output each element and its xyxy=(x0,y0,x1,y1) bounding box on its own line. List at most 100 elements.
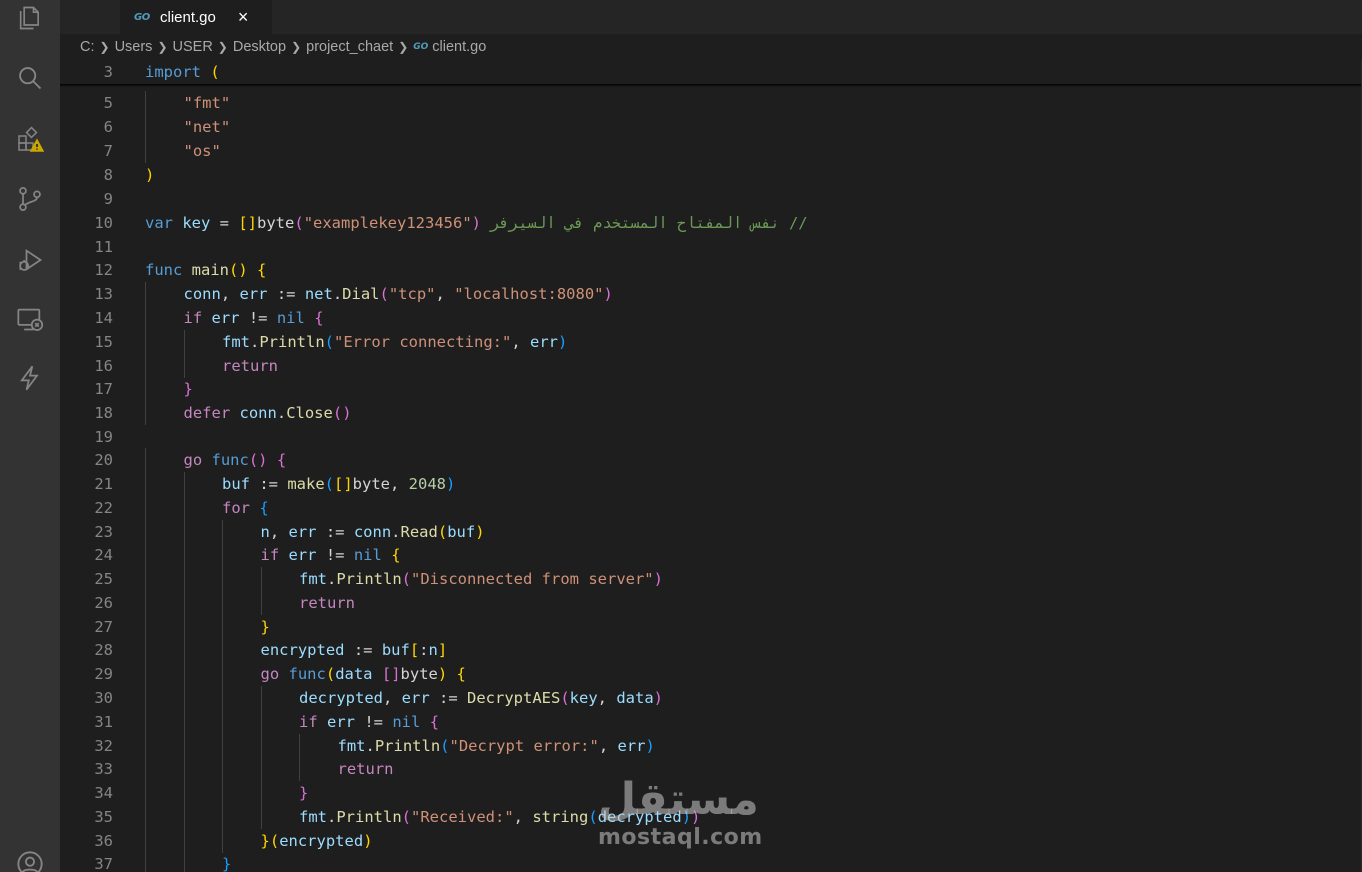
code-line[interactable]: 27} xyxy=(60,615,1362,639)
code-line[interactable]: 16 return xyxy=(60,354,1362,378)
code-token: { xyxy=(257,261,267,279)
code-line[interactable]: 14 if err != nil { xyxy=(60,306,1362,330)
code-line[interactable]: 13 conn, err := net.Dial("tcp", "localhos… xyxy=(60,282,1362,306)
breadcrumb-user[interactable]: USER xyxy=(173,39,213,55)
code-text: go func() { xyxy=(184,448,287,472)
extensions-warning-icon[interactable] xyxy=(14,124,46,156)
breadcrumb-project[interactable]: project_chaet xyxy=(306,39,393,55)
breadcrumb-desktop[interactable]: Desktop xyxy=(233,39,286,55)
code-token: string xyxy=(532,808,589,826)
code-line[interactable]: 17} xyxy=(60,377,1362,401)
indent-guide xyxy=(222,615,223,639)
indent-guide xyxy=(145,829,146,853)
code-line[interactable]: 12 func main() { xyxy=(60,258,1362,282)
code-line[interactable]: 26 return xyxy=(60,591,1362,615)
line-number: 33 xyxy=(94,760,113,778)
code-line[interactable]: 25 fmt.Println("Disconnected from server"… xyxy=(60,567,1362,591)
code-line[interactable]: 19 xyxy=(60,425,1362,449)
code-token: n xyxy=(428,641,438,659)
code-line[interactable]: 29 go func(data []byte) { xyxy=(60,662,1362,686)
line-number: 9 xyxy=(103,190,113,208)
remote-explorer-icon[interactable] xyxy=(14,303,46,335)
indent-guide xyxy=(260,805,262,829)
indent-guide xyxy=(145,282,146,306)
code-text: var key = []byte("examplekey123456") // … xyxy=(145,211,808,235)
line-number: 27 xyxy=(94,618,113,636)
indent-guide xyxy=(260,591,262,615)
chevron-right-icon: ❯ xyxy=(99,40,110,54)
line-number: 37 xyxy=(94,855,113,872)
code-token: := xyxy=(429,689,467,707)
breadcrumb-file[interactable]: client.go xyxy=(432,39,486,55)
code-token: "fmt" xyxy=(183,94,231,112)
code-line[interactable]: 18 defer conn.Close() xyxy=(60,401,1362,425)
indent-guide xyxy=(145,662,146,686)
run-debug-icon[interactable] xyxy=(14,244,46,276)
code-line[interactable]: 6 "net" xyxy=(60,115,1362,139)
tab-client-go[interactable]: GO client.go × xyxy=(120,0,272,34)
code-text: fmt.Println("Decrypt error:", err) xyxy=(338,734,655,758)
code-line[interactable]: 30 decrypted, err := DecryptAES(key, data… xyxy=(60,686,1362,710)
indent-guide xyxy=(299,734,300,758)
code-line[interactable]: 11 xyxy=(60,235,1362,259)
code-line[interactable]: 28 encrypted := buf[:n] xyxy=(60,638,1362,662)
code-token: ( xyxy=(440,737,450,755)
code-line[interactable]: 21 buf := make([]byte, 2048) xyxy=(60,472,1362,496)
code-token: fmt xyxy=(299,808,327,826)
code-line[interactable]: 24 if err != nil { xyxy=(60,543,1362,567)
line-number: 31 xyxy=(94,713,113,731)
code-token: != xyxy=(239,309,277,327)
code-token: ( xyxy=(210,63,220,81)
code-line[interactable]: 9 xyxy=(60,187,1362,211)
code-token: return xyxy=(337,760,394,778)
indent-guide xyxy=(260,710,262,734)
code-token: "localhost:8080" xyxy=(454,285,604,303)
code-token: } xyxy=(260,832,270,850)
code-line[interactable]: 7 "os" xyxy=(60,139,1362,163)
indent-guide xyxy=(260,734,262,758)
go-file-icon: GO xyxy=(134,11,150,23)
explorer-icon[interactable] xyxy=(14,2,46,34)
close-icon[interactable]: × xyxy=(238,8,249,26)
account-icon[interactable] xyxy=(14,848,46,872)
code-line[interactable]: 3 import ( xyxy=(60,60,1362,84)
code-line[interactable]: 5 "fmt" xyxy=(60,91,1362,115)
code-editor[interactable]: 3 import ( 5 "fmt" 6 "net" 7 "os" 8) 9 10 var key =… xyxy=(60,60,1362,872)
indent-guide xyxy=(183,805,185,829)
code-line[interactable]: 32 fmt.Println("Decrypt error:", err) xyxy=(60,734,1362,758)
breadcrumb-users[interactable]: Users xyxy=(115,39,153,55)
code-token: , xyxy=(220,285,240,303)
search-icon[interactable] xyxy=(14,62,46,94)
code-token: ) xyxy=(653,689,664,707)
indent-guide xyxy=(222,710,223,734)
code-token: ( xyxy=(269,832,280,850)
line-number: 17 xyxy=(94,380,113,398)
code-line[interactable]: 22 for { xyxy=(60,496,1362,520)
code-token: ) xyxy=(363,832,373,850)
code-token: { xyxy=(276,451,287,469)
code-token: encrypted xyxy=(260,641,345,659)
code-text: n, err := conn.Read(buf) xyxy=(261,520,485,544)
source-control-icon[interactable] xyxy=(14,183,46,215)
code-line[interactable]: 31 if err != nil { xyxy=(60,710,1362,734)
indent-guide xyxy=(145,330,146,354)
code-line[interactable]: 10 var key = []byte("examplekey123456") /… xyxy=(60,211,1362,235)
indent-guide xyxy=(145,615,146,639)
indent-guide xyxy=(145,520,146,544)
indent-guide xyxy=(183,686,185,710)
lightning-icon[interactable] xyxy=(14,362,46,394)
code-line[interactable]: 23 n, err := conn.Read(buf) xyxy=(60,520,1362,544)
code-token: , xyxy=(597,689,617,707)
breadcrumb-drive[interactable]: C: xyxy=(80,39,95,55)
code-token: , xyxy=(269,523,289,541)
code-token: Read xyxy=(400,523,438,541)
code-line[interactable]: 20 go func() { xyxy=(60,448,1362,472)
code-token: ) xyxy=(145,166,155,184)
code-line[interactable]: 15 fmt.Println("Error connecting:", err) xyxy=(60,330,1362,354)
indent-guide xyxy=(222,829,223,853)
code-line[interactable]: 8) xyxy=(60,163,1362,187)
